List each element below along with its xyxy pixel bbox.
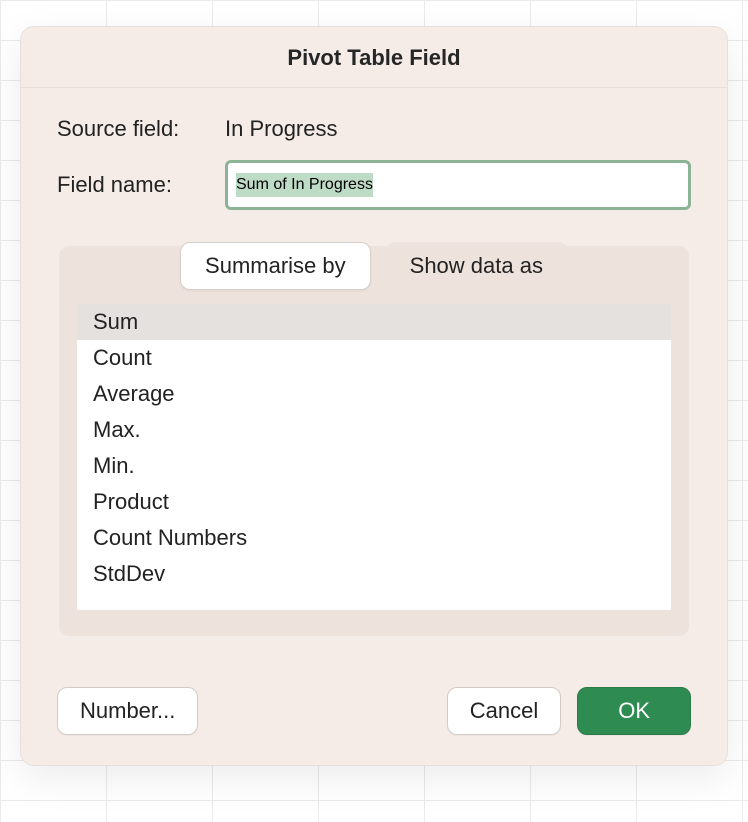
- tab-show-data-as[interactable]: Show data as: [385, 242, 568, 290]
- function-stddev[interactable]: StdDev: [77, 556, 671, 592]
- number-format-button[interactable]: Number...: [57, 687, 198, 735]
- field-name-label: Field name:: [57, 172, 225, 198]
- summarize-panel: Summarise by Show data as Sum Count Aver…: [59, 246, 689, 636]
- pivot-field-dialog: Pivot Table Field Source field: In Progr…: [20, 26, 728, 766]
- tab-summarise-by[interactable]: Summarise by: [180, 242, 371, 290]
- function-average[interactable]: Average: [77, 376, 671, 412]
- source-field-value: In Progress: [225, 116, 338, 142]
- function-count[interactable]: Count: [77, 340, 671, 376]
- cancel-button[interactable]: Cancel: [447, 687, 561, 735]
- function-sum[interactable]: Sum: [77, 304, 671, 340]
- field-name-row: Field name: Sum of In Progress: [57, 160, 691, 210]
- dialog-content: Source field: In Progress Field name: Su…: [21, 88, 727, 673]
- source-field-row: Source field: In Progress: [57, 116, 691, 142]
- dialog-footer: Number... Cancel OK: [21, 673, 727, 765]
- dialog-title: Pivot Table Field: [21, 27, 727, 88]
- tab-strip: Summarise by Show data as: [77, 242, 671, 290]
- source-field-label: Source field:: [57, 116, 225, 142]
- function-count-numbers[interactable]: Count Numbers: [77, 520, 671, 556]
- function-max[interactable]: Max.: [77, 412, 671, 448]
- field-name-input[interactable]: Sum of In Progress: [236, 173, 373, 197]
- function-product[interactable]: Product: [77, 484, 671, 520]
- function-min[interactable]: Min.: [77, 448, 671, 484]
- function-list[interactable]: Sum Count Average Max. Min. Product Coun…: [77, 304, 671, 610]
- ok-button[interactable]: OK: [577, 687, 691, 735]
- field-name-input-wrap[interactable]: Sum of In Progress: [225, 160, 691, 210]
